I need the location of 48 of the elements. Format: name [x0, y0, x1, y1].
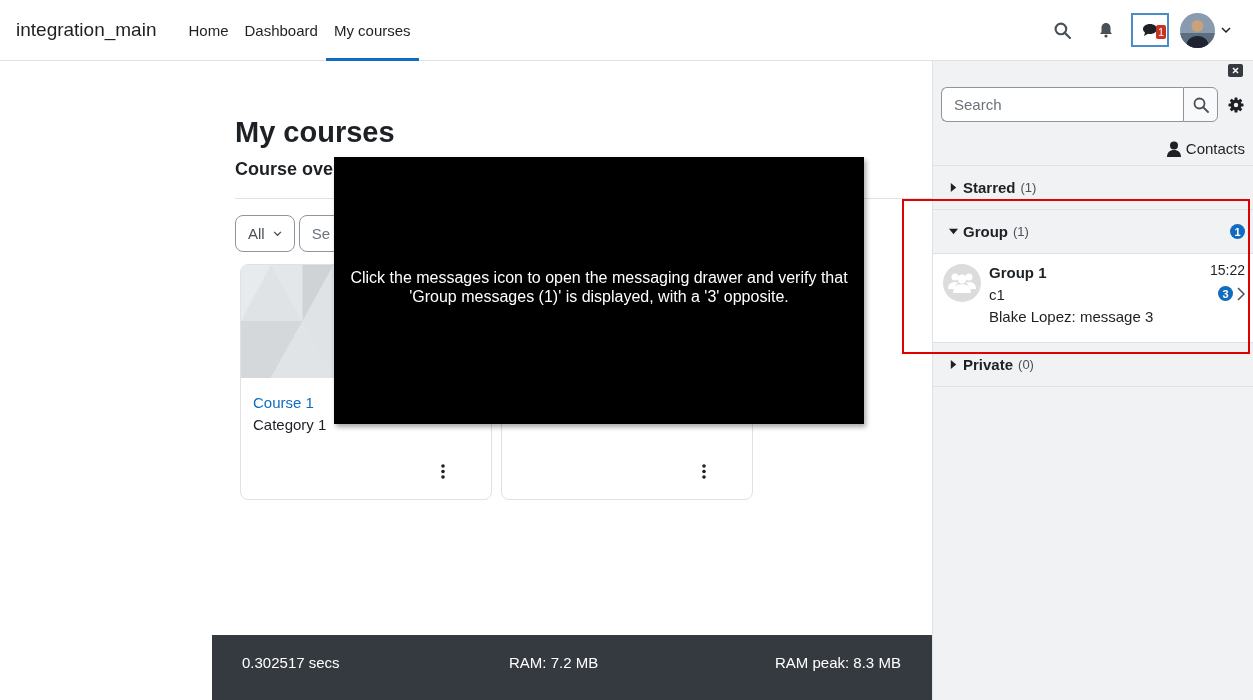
close-button[interactable]: [1228, 64, 1243, 77]
settings-icon[interactable]: [1228, 96, 1244, 113]
section-title: Group: [963, 223, 1008, 240]
person-icon: [1166, 140, 1181, 157]
last-message: Blake Lopez: message 3: [989, 307, 1155, 327]
search-icon: [1192, 96, 1209, 113]
performance-stat: RAM: 7.2 MB: [509, 654, 600, 673]
course-category: Category 1: [253, 415, 328, 435]
message-time: 15:22: [1209, 262, 1245, 278]
more-options-icon[interactable]: [702, 464, 706, 479]
chevron-down-icon[interactable]: [1221, 26, 1231, 34]
notification-badge: 1: [1155, 25, 1166, 39]
conversation-course: c1: [989, 285, 1006, 305]
nav-link[interactable]: Home: [180, 0, 237, 61]
site-name[interactable]: integration_main: [16, 19, 157, 41]
bell-icon[interactable]: [1099, 22, 1113, 38]
section-header[interactable]: Starred (1): [933, 166, 1253, 209]
performance-stat: 0.302517 secs: [242, 654, 341, 673]
section-title: Course ove: [235, 158, 335, 181]
unread-badge: 3: [1218, 286, 1233, 301]
speech-bubble-icon: [1142, 23, 1158, 37]
instruction-tooltip: Click the messages icon to open the messaging drawer and verify that 'Group messages (1)' is displayed, with a '3' opposite.: [334, 157, 864, 424]
conversation-item[interactable]: Group 1 c1 Blake Lopez: message 3 15:22 3: [933, 253, 1253, 342]
messages-button[interactable]: 1: [1131, 13, 1169, 47]
chevron-down-icon: [272, 230, 282, 237]
filter-dropdown[interactable]: All: [235, 215, 295, 252]
close-icon: [1232, 67, 1239, 74]
conversation-name: Group 1: [989, 263, 1048, 283]
search-icon[interactable]: [1053, 21, 1071, 39]
contacts-link[interactable]: Contacts: [1166, 140, 1245, 157]
section-count: (0): [1018, 357, 1034, 372]
more-options-icon[interactable]: [441, 464, 445, 479]
section-count: (1): [1020, 180, 1037, 195]
avatar[interactable]: [1180, 12, 1215, 48]
search-button[interactable]: [1183, 87, 1218, 122]
nav-link[interactable]: Dashboard: [236, 0, 326, 61]
group-avatar-icon: [943, 264, 981, 302]
page-title: My courses: [235, 115, 396, 149]
section-count: (1): [1013, 224, 1029, 239]
section-title: Starred: [963, 179, 1016, 196]
section-header[interactable]: Group (1) 1: [933, 210, 1253, 253]
chevron-right-icon: [1237, 286, 1245, 301]
unread-badge: 1: [1230, 224, 1245, 239]
performance-stat: RAM peak: 8.3 MB: [775, 654, 902, 673]
search-field[interactable]: Search: [941, 87, 1183, 122]
nav-link[interactable]: My courses: [325, 0, 419, 61]
section-title: Private: [963, 356, 1014, 373]
section-header[interactable]: Private (0): [933, 343, 1253, 386]
